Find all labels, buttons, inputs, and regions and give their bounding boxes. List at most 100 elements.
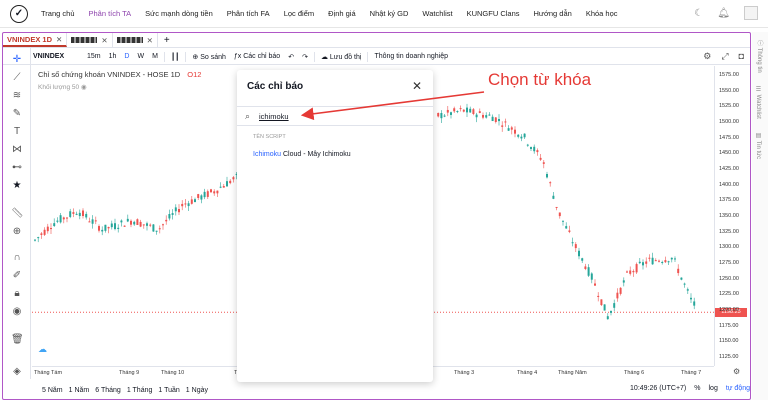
dark-mode-icon[interactable]: ☾	[694, 8, 703, 19]
tab-layout-2[interactable]: ✕	[67, 33, 113, 47]
pattern-icon[interactable]: ⋈	[11, 144, 23, 155]
crosshair-icon[interactable]: ✛	[11, 54, 23, 65]
side-tab-watchlist[interactable]: ☰ Watchlist	[755, 86, 762, 119]
trash-icon[interactable]: 🗑︎	[11, 334, 24, 345]
settings-gear-icon[interactable]: ⚙	[703, 51, 711, 62]
nav-kungfu-clans[interactable]: KUNGFU Clans	[467, 9, 520, 18]
axis-settings-icon[interactable]: ⚙	[733, 367, 740, 376]
candle-body	[654, 260, 657, 262]
candle-body	[91, 219, 94, 224]
volume-label: Khối lượng 50	[38, 84, 80, 91]
price-tick-label: 1475.00	[719, 134, 739, 141]
nav-trade-journal[interactable]: Nhật ký GD	[370, 9, 409, 18]
candle-body	[539, 157, 542, 160]
result-rest-text: Cloud - Mây Ichimoku	[281, 151, 351, 158]
ohlc-open-label: O12	[187, 70, 202, 79]
candle-body	[216, 190, 219, 194]
candle-body	[171, 213, 174, 215]
divider	[367, 51, 369, 62]
side-tab-label: Watchlist	[755, 94, 761, 119]
nav-screener[interactable]: Lọc điểm	[284, 9, 314, 18]
range-1d[interactable]: 1 Ngày	[186, 387, 208, 394]
eye-icon[interactable]: ◉	[11, 306, 23, 317]
range-1m[interactable]: 1 Tháng	[127, 387, 153, 394]
tab-thumbnail	[71, 37, 98, 43]
candle-body	[552, 195, 555, 199]
chart-title: Chỉ số chứng khoán VNINDEX - HOSE 1D O12	[38, 70, 201, 79]
close-icon[interactable]: ✕	[147, 36, 153, 45]
interval-15m[interactable]: 15m	[83, 53, 105, 60]
eye-icon[interactable]: ◉	[81, 84, 87, 91]
close-icon[interactable]: ✕	[101, 36, 107, 45]
camera-icon[interactable]: ◘	[739, 51, 744, 62]
tab-layout-3[interactable]: ✕	[113, 33, 158, 47]
brand-logo-icon[interactable]: ✓	[10, 4, 28, 23]
nav-technical-analysis[interactable]: Phân tích TA	[89, 9, 132, 18]
price-axis[interactable]: 1198.25 1575.00 1550.00 1525.00 1500.00 1475…	[714, 66, 747, 366]
interval-d[interactable]: D	[120, 53, 133, 60]
candle-body	[466, 107, 468, 113]
candle-body	[94, 220, 97, 222]
ruler-icon[interactable]: 📏︎	[11, 208, 24, 219]
side-tab-news[interactable]: ▤ Tin tức	[755, 132, 762, 159]
brush-icon[interactable]: ✎	[11, 108, 23, 119]
indicator-result-item[interactable]: Ichimoku Cloud - Mây Ichimoku	[253, 151, 351, 158]
company-info-button[interactable]: Thông tin doanh nghiệp	[370, 53, 452, 60]
nav-money-flow[interactable]: Sức mạnh dòng tiền	[145, 9, 213, 18]
avatar[interactable]	[744, 6, 758, 20]
text-icon[interactable]: T	[11, 126, 23, 137]
compare-button[interactable]: ⊕ So sánh	[188, 53, 230, 61]
interval-m[interactable]: M	[148, 53, 162, 60]
fullscreen-icon[interactable]: ⤢	[721, 51, 728, 62]
range-6m[interactable]: 6 Tháng	[95, 387, 121, 394]
indicators-button[interactable]: ƒx Các chỉ báo	[230, 53, 284, 60]
add-tab-icon[interactable]: +	[164, 35, 170, 46]
lock-icon[interactable]: 🔒︎	[11, 288, 23, 299]
volume-legend: Khối lượng 50 ◉	[38, 83, 87, 91]
nav-guide[interactable]: Hướng dẫn	[534, 9, 572, 18]
chart-tabs: VNINDEX 1D ✕ ✕ ✕ +	[3, 33, 750, 48]
interval-1h[interactable]: 1h	[105, 53, 121, 60]
save-chart-button[interactable]: ☁ Lưu đồ thị	[317, 53, 366, 61]
percent-toggle[interactable]: %	[694, 385, 700, 392]
close-icon[interactable]: ✕	[56, 35, 62, 44]
candle-body	[443, 115, 446, 117]
close-icon[interactable]: ✕	[412, 79, 422, 93]
nav-fundamental-analysis[interactable]: Phân tích FA	[227, 9, 270, 18]
zoom-in-icon[interactable]: ⊕	[11, 226, 23, 237]
lock-drawing-icon[interactable]: ✐	[11, 270, 23, 281]
indicator-search-input[interactable]	[259, 111, 409, 121]
redo-icon[interactable]: ↷	[298, 53, 312, 61]
drawing-toolbar: ✛ ⟋ ≋ ✎ T ⋈ ⊷ ★ 📏︎ ⊕ ∩ ✐ 🔒︎ ◉ 🗑︎ ◈	[3, 48, 31, 379]
undo-icon[interactable]: ↶	[284, 53, 298, 61]
candle-body	[542, 162, 545, 164]
favorites-star-icon[interactable]: ★	[11, 180, 23, 191]
candle-body	[581, 258, 584, 261]
notification-bell-icon[interactable]: 🔔︎	[717, 8, 730, 19]
candle-style-icon[interactable]: ┃┃	[167, 53, 183, 61]
candle-body	[677, 268, 680, 274]
nav-courses[interactable]: Khóa học	[586, 9, 618, 18]
range-1y[interactable]: 1 Năm	[69, 387, 90, 394]
side-tab-info[interactable]: ⓘ Thông tin	[755, 40, 764, 73]
nav-watchlist[interactable]: Watchlist	[422, 9, 452, 18]
result-match-text: Ichimoku	[253, 151, 282, 158]
candle-body	[510, 127, 513, 130]
candle-body	[584, 266, 587, 269]
clock-timezone[interactable]: 10:49:26 (UTC+7)	[630, 385, 686, 392]
candle-body	[482, 114, 484, 118]
interval-w[interactable]: W	[133, 53, 148, 60]
magnet-icon[interactable]: ∩	[11, 252, 23, 263]
pitchfork-icon[interactable]: ≋	[11, 90, 23, 101]
trend-line-icon[interactable]: ⟋	[11, 72, 23, 83]
range-1w[interactable]: 1 Tuần	[158, 387, 179, 394]
nav-valuation[interactable]: Định giá	[328, 9, 356, 18]
candle-body	[648, 257, 651, 259]
layers-icon[interactable]: ◈	[11, 366, 23, 377]
log-toggle[interactable]: log	[709, 385, 718, 392]
measure-range-icon[interactable]: ⊷	[11, 162, 23, 173]
tab-vnindex-1d[interactable]: VNINDEX 1D ✕	[3, 33, 68, 47]
nav-home[interactable]: Trang chủ	[41, 9, 75, 18]
auto-scale-toggle[interactable]: tự động	[726, 385, 750, 392]
range-5y[interactable]: 5 Năm	[42, 387, 63, 394]
